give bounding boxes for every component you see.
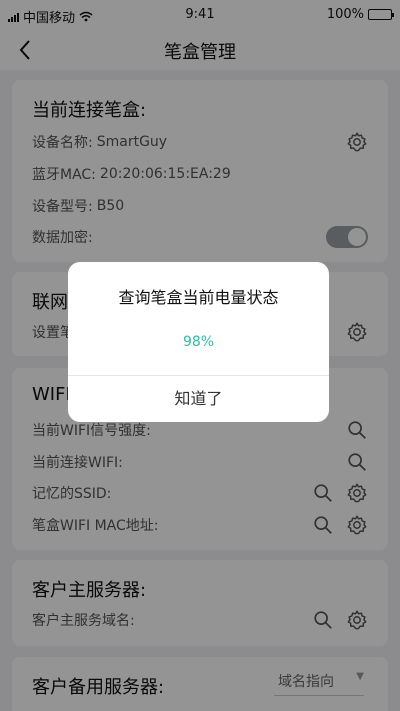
battery-level-value: 98% [182,334,215,350]
battery-status-dialog: 查询笔盒当前电量状态 98% 知道了 [68,262,329,422]
dialog-title: 查询笔盒当前电量状态 [118,288,279,307]
dialog-ok-button[interactable]: 知道了 [68,376,329,422]
